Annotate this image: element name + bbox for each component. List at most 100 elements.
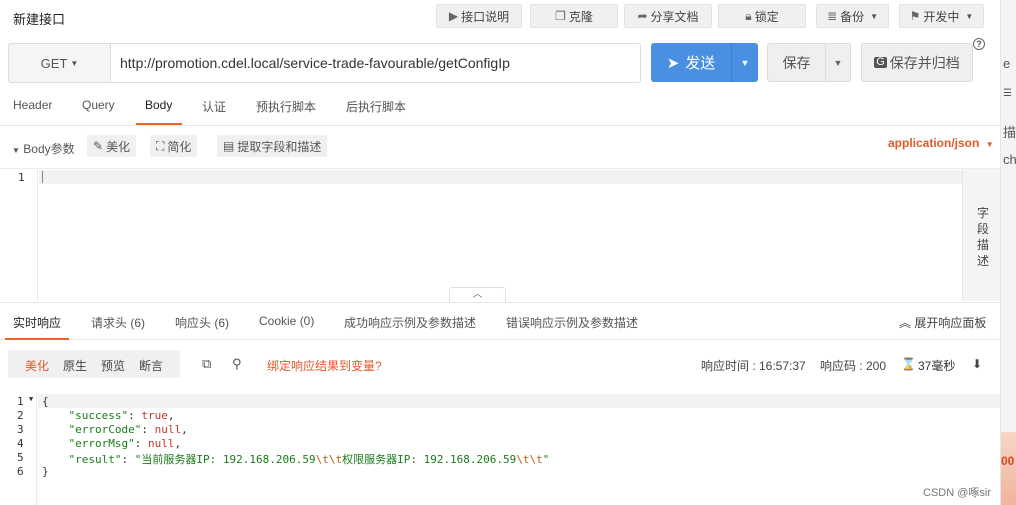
response-gutter: 1 ▼ 2 3 4 5 6 (0, 393, 37, 505)
clone-label: 克隆 (568, 9, 593, 24)
database-icon: ≣ (827, 9, 838, 23)
body-params-toggle[interactable]: ▼ Body参数 (12, 140, 75, 157)
method-label: GET (40, 55, 68, 71)
extract-fields-button[interactable]: ▤ 提取字段和描述 (217, 135, 328, 157)
bind-response-to-variable-link[interactable]: 绑定响应结果到变量? (267, 357, 382, 374)
json-string: "当前服务器IP: 192.168.206.59 (134, 453, 316, 466)
body-editor[interactable]: 1 (0, 169, 962, 301)
line-number: 4 (17, 437, 24, 450)
status-dropdown[interactable]: ⚑ 开发中 ▼ (899, 4, 984, 28)
status-label: 开发中 (923, 9, 960, 24)
tab-pre-script[interactable]: 预执行脚本 (256, 98, 316, 115)
expand-response-panel-button[interactable]: ︽ 展开响应面板 (899, 314, 986, 331)
double-chevron-up-icon: ︽ (899, 316, 912, 330)
tab-auth[interactable]: 认证 (202, 98, 226, 115)
caret-down-icon: ▼ (12, 146, 20, 155)
page-title: 新建接口 (13, 12, 66, 27)
search-icon[interactable]: ⚲ (232, 356, 242, 372)
hourglass-icon: ⌛ (901, 357, 916, 371)
tab-response-headers[interactable]: 响应头 (6) (175, 314, 229, 331)
api-doc-label: 接口说明 (461, 9, 510, 24)
share-doc-button[interactable]: ➦ 分享文档 (624, 4, 712, 28)
line-number: 6 (17, 465, 24, 478)
json-line: { (42, 395, 49, 408)
response-toolbar: 美化 原生 预览 断言 ⧉ ⚲ 绑定响应结果到变量? 响应时间 : 16:57:… (0, 341, 1000, 393)
play-icon: ▶ (448, 9, 459, 23)
collapse-handle[interactable]: ︿ (449, 287, 506, 303)
tab-header[interactable]: Header (13, 98, 52, 112)
save-button[interactable]: 保存 (767, 43, 825, 82)
file-text-icon: ▤ (223, 139, 235, 153)
copy-icon[interactable]: ⧉ (202, 356, 211, 372)
format-preview[interactable]: 预览 (101, 357, 125, 374)
json-key: "result" (68, 453, 122, 466)
extract-fields-label: 提取字段和描述 (237, 139, 322, 154)
clone-button[interactable]: ❐ 克隆 (530, 4, 618, 28)
api-editor: 新建接口 ▶ 接口说明 ❐ 克隆 ➦ 分享文档 🔒︎ 锁定 ≣ 备份 ▼ ⚑ 开… (0, 0, 1000, 505)
content-type-select[interactable]: application/json ▼ (888, 136, 994, 150)
body-params-label: Body参数 (23, 142, 75, 156)
url-input[interactable]: http://promotion.cdel.local/service-trad… (110, 43, 641, 83)
format-raw[interactable]: 原生 (63, 357, 87, 374)
send-options-button[interactable]: ▼ (731, 43, 758, 82)
json-escape: \t\t (516, 453, 543, 466)
backup-dropdown[interactable]: ≣ 备份 ▼ (816, 4, 889, 28)
share-icon: ➦ (637, 9, 648, 23)
simplify-button[interactable]: ⛶ 简化 (150, 135, 198, 157)
json-brace: } (42, 465, 49, 478)
api-doc-button[interactable]: ▶ 接口说明 (436, 4, 522, 28)
field-description-panel-toggle[interactable]: 字段描述 (962, 169, 1000, 301)
background-text: ch (1003, 152, 1016, 167)
format-assert[interactable]: 断言 (139, 357, 163, 374)
json-line: "result": "当前服务器IP: 192.168.206.59\t\t权限… (68, 453, 550, 466)
help-icon[interactable]: ? (973, 38, 985, 50)
json-key: "errorMsg" (68, 437, 135, 450)
json-brace: { (42, 395, 49, 408)
flag-icon: ⚑ (909, 9, 921, 23)
tab-body[interactable]: Body (145, 98, 172, 112)
line-number: 1 (17, 395, 24, 408)
tab-cookie[interactable]: Cookie (0) (259, 314, 314, 328)
json-value: true (141, 409, 168, 422)
tab-query[interactable]: Query (82, 98, 115, 112)
line-number: 2 (17, 409, 24, 422)
tab-request-headers[interactable]: 请求头 (6) (91, 314, 145, 331)
active-line-highlight (38, 394, 1000, 408)
badge-text: 00 (1001, 454, 1015, 468)
text-cursor (42, 171, 43, 183)
content-type-label: application/json (888, 136, 980, 150)
archive-icon: G (874, 56, 887, 68)
chevron-up-icon: ︿ (472, 289, 483, 300)
method-select[interactable]: GET ▼ (8, 43, 110, 83)
paper-plane-icon: ➤ (666, 54, 680, 72)
chevron-down-icon: ▼ (870, 11, 878, 21)
body-toolbar: ▼ Body参数 ✎ 美化 ⛶ 简化 ▤ 提取字段和描述 application… (0, 127, 1000, 169)
tab-error-example[interactable]: 错误响应示例及参数描述 (506, 314, 638, 331)
download-icon[interactable]: ⬇ (972, 357, 982, 371)
chevron-down-icon: ▼ (740, 57, 750, 68)
json-string: 权限服务器IP: 192.168.206.59 (342, 453, 517, 466)
save-options-button[interactable]: ▼ (825, 43, 851, 82)
format-pretty[interactable]: 美化 (25, 357, 49, 374)
field-description-label: 字段描述 (977, 206, 990, 268)
copy-icon: ❐ (555, 9, 566, 23)
request-tabs: Header Query Body 认证 预执行脚本 后执行脚本 (0, 90, 1000, 126)
json-value: null (147, 437, 175, 450)
beautify-button[interactable]: ✎ 美化 (87, 135, 137, 157)
share-doc-label: 分享文档 (650, 9, 699, 24)
tab-success-example[interactable]: 成功响应示例及参数描述 (344, 314, 476, 331)
lock-button[interactable]: 🔒︎ 锁定 (718, 4, 806, 28)
tab-realtime-response[interactable]: 实时响应 (13, 314, 61, 331)
background-badge: 00 (1001, 432, 1016, 505)
tab-post-script[interactable]: 后执行脚本 (346, 98, 406, 115)
fold-icon[interactable]: ▼ (29, 395, 33, 403)
lock-icon: 🔒︎ (745, 8, 752, 23)
top-bar: 新建接口 ▶ 接口说明 ❐ 克隆 ➦ 分享文档 🔒︎ 锁定 ≣ 备份 ▼ ⚑ 开… (0, 0, 1000, 34)
save-archive-button[interactable]: G 保存并归档 (861, 43, 973, 82)
beautify-label: 美化 (106, 139, 131, 154)
expand-response-label: 展开响应面板 (914, 316, 987, 330)
response-body-viewer[interactable]: 1 ▼ 2 3 4 5 6 { "success": true, "errorC… (0, 393, 1000, 505)
send-button[interactable]: ➤ 发送 (651, 43, 731, 82)
json-string: " (542, 453, 550, 466)
json-escape: \t\t (315, 453, 343, 466)
